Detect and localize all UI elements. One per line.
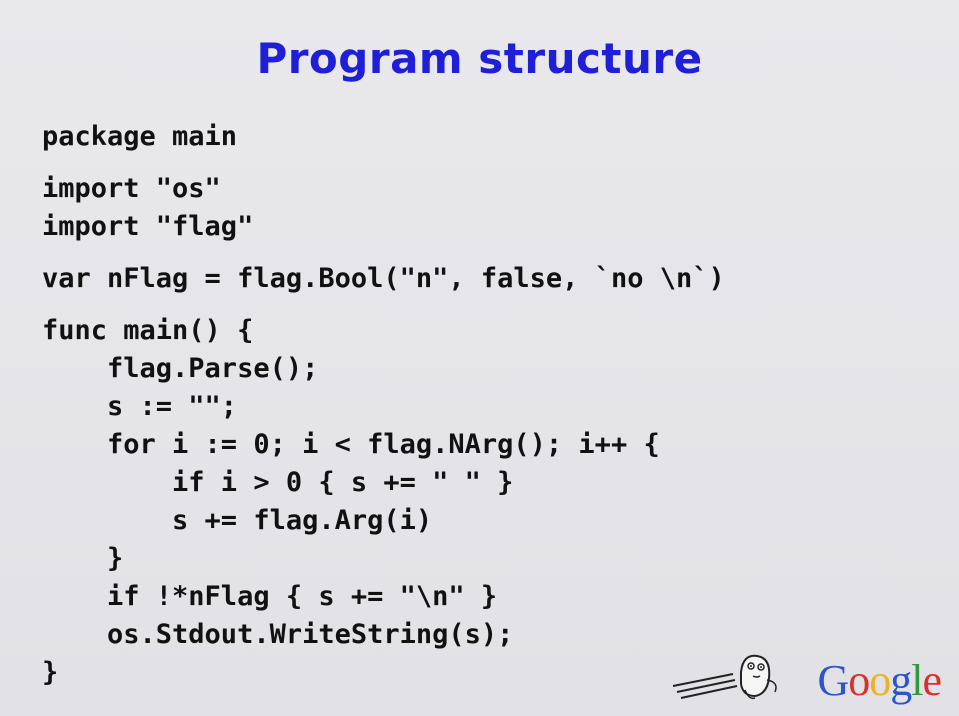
slide-title: Program structure: [256, 34, 703, 83]
code-line: package main: [42, 121, 238, 152]
code-line: var nFlag = flag.Bool("n", false, `no \n…: [42, 263, 725, 294]
google-logo-letter: o: [848, 656, 870, 705]
code-line: s += flag.Arg(i): [42, 505, 433, 536]
code-line: flag.Parse();: [42, 353, 319, 384]
google-logo-letter: l: [911, 656, 923, 705]
code-line: }: [42, 543, 124, 574]
code-line: import "flag": [42, 211, 254, 242]
code-line: if !*nFlag { s += "\n" }: [42, 581, 498, 612]
code-line: for i := 0; i < flag.NArg(); i++ {: [42, 429, 660, 460]
google-logo-letter: e: [922, 656, 942, 705]
gopher-sketch-icon: [672, 654, 777, 700]
google-logo-letter: G: [817, 656, 849, 705]
code-line: import "os": [42, 173, 221, 204]
code-line: s := "";: [42, 391, 238, 422]
code-line: if i > 0 { s += " " }: [42, 467, 514, 498]
footer-logos: Google: [671, 650, 942, 710]
google-logo-letter: o: [869, 656, 891, 705]
code-line: func main() {: [42, 315, 254, 346]
code-line: }: [42, 657, 59, 688]
google-logo: Google: [817, 655, 942, 706]
google-logo-letter: g: [890, 656, 912, 705]
code-block: package main import "os" import "flag" var …: [42, 118, 725, 692]
code-line: os.Stdout.WriteString(s);: [42, 619, 514, 650]
slide: Program structure package main import "os…: [0, 0, 959, 716]
